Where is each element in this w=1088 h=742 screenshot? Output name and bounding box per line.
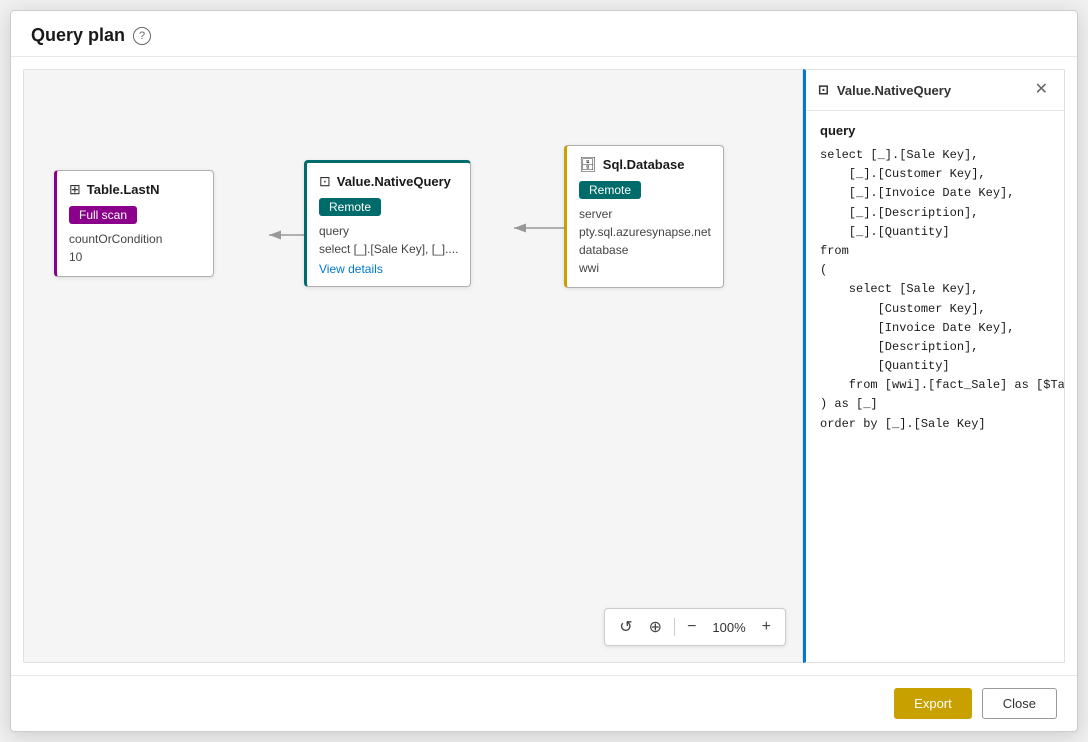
side-panel-header: ⊡ Value.NativeQuery ✕ (806, 70, 1064, 111)
side-panel-title: Value.NativeQuery (837, 83, 951, 98)
undo-button[interactable]: ↺ (613, 613, 638, 641)
query-code: select [_].[Sale Key], [_].[Customer Key… (820, 146, 1050, 434)
dialog-footer: Export Close (11, 675, 1077, 731)
sql-database-icon: 🗄 (579, 156, 597, 173)
sql-server-label: server (579, 205, 711, 223)
canvas-content: ⊞ Table.LastN Full scan countOrCondition… (24, 70, 802, 662)
node-value-nativequery[interactable]: ⊡ Value.NativeQuery Remote query select … (304, 160, 471, 287)
table-lastn-badge: Full scan (69, 206, 137, 224)
sql-database-val: wwi (579, 259, 711, 277)
native-query-title: Value.NativeQuery (337, 174, 451, 189)
node-table-header: ⊞ Table.LastN (69, 181, 201, 198)
sql-server-val: pty.sql.azuresynapse.net (579, 223, 711, 241)
side-panel-content: query select [_].[Sale Key], [_].[Custom… (806, 111, 1064, 662)
toolbar-divider (674, 618, 675, 636)
dialog-title: Query plan (31, 25, 125, 46)
query-plan-dialog: Query plan ? (10, 10, 1078, 732)
view-details-link[interactable]: View details (319, 262, 458, 276)
sql-database-label: database (579, 241, 711, 259)
canvas-toolbar: ↺ ⊕ − 100% + (604, 608, 786, 646)
query-section-label: query (820, 123, 1050, 138)
canvas-area[interactable]: ⊞ Table.LastN Full scan countOrCondition… (23, 69, 803, 663)
native-query-prop-val: select [_].[Sale Key], [_].... (319, 240, 458, 258)
help-icon[interactable]: ? (133, 27, 151, 45)
zoom-level: 100% (706, 620, 751, 635)
table-lastn-prop1: countOrCondition (69, 230, 201, 248)
node-sql-database[interactable]: 🗄 Sql.Database Remote server pty.sql.azu… (564, 145, 724, 288)
dialog-body: ⊞ Table.LastN Full scan countOrCondition… (11, 57, 1077, 675)
node-sql-header: 🗄 Sql.Database (579, 156, 711, 173)
side-panel-close-button[interactable]: ✕ (1031, 80, 1052, 100)
dialog-header: Query plan ? (11, 11, 1077, 57)
side-panel: ⊡ Value.NativeQuery ✕ query select [_].[… (803, 69, 1065, 663)
zoom-out-button[interactable]: − (681, 614, 702, 640)
close-button[interactable]: Close (982, 688, 1057, 719)
node-native-header: ⊡ Value.NativeQuery (319, 173, 458, 190)
zoom-in-button[interactable]: + (756, 614, 777, 640)
sql-database-title: Sql.Database (603, 157, 685, 172)
select-button[interactable]: ⊕ (643, 613, 668, 641)
native-query-icon: ⊡ (319, 173, 331, 190)
sql-database-badge: Remote (579, 181, 641, 199)
table-lastn-prop1-val: 10 (69, 248, 201, 266)
export-button[interactable]: Export (894, 688, 972, 719)
table-lastn-title: Table.LastN (87, 182, 160, 197)
side-panel-title-container: ⊡ Value.NativeQuery (818, 82, 951, 98)
native-query-prop-key: query (319, 222, 458, 240)
side-panel-icon: ⊡ (818, 82, 829, 98)
table-icon: ⊞ (69, 181, 81, 198)
native-query-badge: Remote (319, 198, 381, 216)
node-table-lastn[interactable]: ⊞ Table.LastN Full scan countOrCondition… (54, 170, 214, 277)
